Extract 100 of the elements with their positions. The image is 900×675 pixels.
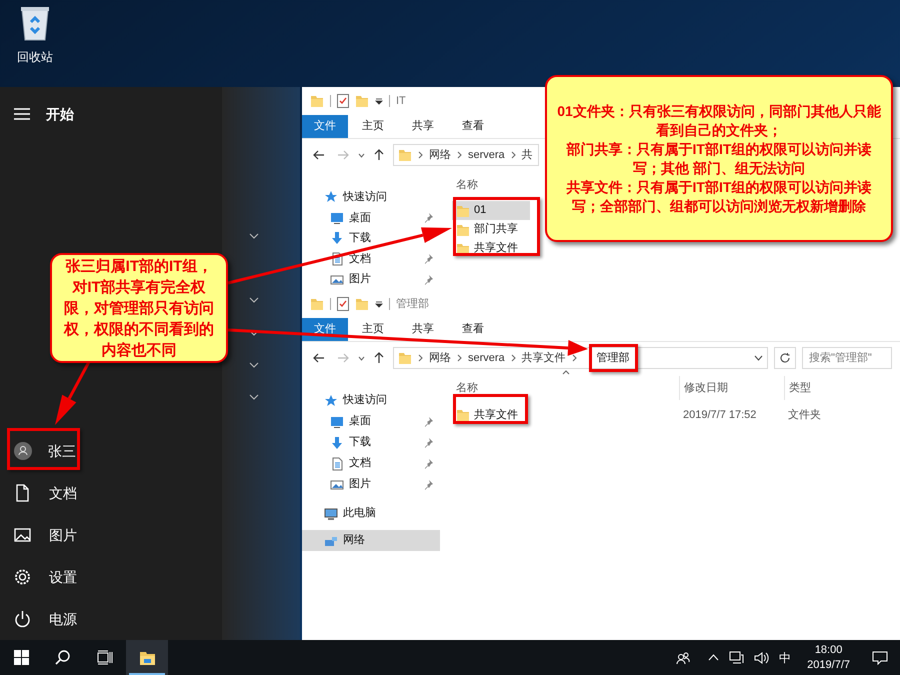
file-row[interactable]: 共享文件: [452, 239, 530, 258]
picture-icon: [330, 272, 344, 287]
desktop-icon: [330, 210, 344, 225]
breadcrumb-item[interactable]: 网络: [429, 146, 451, 164]
column-header[interactable]: 名称: [452, 173, 532, 197]
forward-arrow-icon: [337, 353, 349, 363]
nav-item[interactable]: 图片: [302, 474, 440, 495]
chevron-down-icon: [754, 355, 763, 361]
folder-icon: [355, 94, 369, 108]
chevron-right-icon: [510, 151, 516, 159]
windows-logo-icon: [14, 650, 28, 665]
nav-item[interactable]: 文档: [302, 453, 440, 474]
column-header[interactable]: 修改日期: [679, 376, 784, 400]
callout-text: 01文件夹：只有张三有权限访问，同部门其他人只能看到自己的文件夹；: [557, 102, 881, 140]
folder-icon: [138, 650, 156, 666]
dropdown-caret-icon: [375, 300, 383, 308]
user-account-item[interactable]: 张三: [0, 430, 222, 472]
folder-icon: [456, 222, 470, 236]
sort-caret-icon: [562, 370, 570, 375]
volume-icon: [754, 652, 770, 664]
checklist-icon: [337, 297, 349, 311]
nav-item[interactable]: 下载: [302, 432, 440, 453]
search-icon: [54, 650, 72, 666]
nav-item[interactable]: 此电脑: [302, 503, 440, 524]
file-row[interactable]: 01: [452, 201, 530, 220]
folder-icon: [398, 148, 412, 162]
nav-item[interactable]: 桌面: [302, 208, 440, 228]
chevron-down-icon: [358, 152, 365, 158]
column-header[interactable]: 类型: [784, 376, 884, 400]
breadcrumb-item[interactable]: 共享文件: [522, 350, 566, 366]
start-menu-item[interactable]: 电源: [0, 598, 222, 640]
back-arrow-icon: [313, 353, 325, 363]
chevron-down-icon: [358, 356, 365, 360]
breadcrumb-item[interactable]: servera: [468, 350, 505, 366]
chevron-right-icon: [457, 151, 462, 159]
star-icon: [324, 394, 338, 408]
chevron-right-icon: [510, 354, 516, 362]
picture-icon: [14, 526, 31, 544]
computer-icon: [324, 506, 338, 520]
type-cell-text: 文件夹: [787, 408, 822, 423]
desktop-icon-label: 回收站: [17, 49, 53, 66]
chevron-down-icon: [249, 394, 259, 400]
menu-icon: [14, 108, 30, 120]
chevron-up-icon: [708, 654, 720, 661]
breadcrumb-item[interactable]: 网络: [429, 350, 451, 366]
window-title: IT: [396, 94, 406, 109]
power-icon: [14, 610, 31, 628]
clock-time[interactable]: 18:00: [814, 642, 842, 658]
forward-arrow-icon: [337, 150, 349, 160]
network-icon: [729, 651, 744, 664]
ribbon-tab[interactable]: 查看: [448, 115, 498, 138]
callout-text: 张三归属IT部的IT组，对IT部共享有完全权限，对管理部只有访问权，权限的不同看到的内容也不同: [62, 256, 215, 360]
address-bar[interactable]: 网络 servera 共: [393, 144, 539, 166]
clock-date[interactable]: 2019/7/7: [807, 658, 850, 672]
input-method-indicator[interactable]: 中: [779, 648, 792, 666]
breadcrumb-item[interactable]: 共: [522, 146, 533, 164]
notification-icon: [872, 650, 888, 664]
up-arrow-icon: [374, 352, 384, 364]
ribbon-tab[interactable]: 主页: [348, 115, 398, 138]
ribbon-tab[interactable]: 共享: [398, 115, 448, 138]
picture-icon: [330, 478, 344, 492]
search-field[interactable]: 搜索"管理部": [802, 347, 892, 369]
nav-item[interactable]: 快速访问: [302, 390, 440, 411]
ribbon-tab[interactable]: 查看: [448, 318, 498, 341]
date-cell-text: 2019/7/7 17:52: [682, 408, 758, 423]
start-menu-item[interactable]: 图片: [0, 514, 222, 556]
breadcrumb-item[interactable]: 管理部: [588, 344, 638, 372]
ribbon-tab[interactable]: 共享: [398, 318, 448, 341]
nav-item[interactable]: 文档: [302, 248, 440, 270]
user-avatar-icon: [14, 442, 32, 460]
folder-icon: [398, 351, 412, 365]
nav-item[interactable]: 图片: [302, 269, 440, 290]
refresh-icon: [774, 347, 796, 369]
file-row[interactable]: 部门共享: [452, 220, 530, 239]
folder-icon: [456, 204, 470, 218]
nav-item[interactable]: 桌面: [302, 411, 440, 432]
callout-text: 共享文件：只有属于IT部IT组的权限可以访问并读写；全部部门、组都可以访问浏览无权新增删除: [566, 178, 872, 216]
download-icon: [330, 231, 344, 246]
start-menu-item[interactable]: 文档: [0, 472, 222, 514]
desktop-icon: [330, 414, 344, 428]
folder-icon: [355, 297, 369, 311]
breadcrumb-item[interactable]: servera: [468, 146, 505, 164]
download-icon: [330, 436, 344, 450]
chevron-down-icon: [249, 362, 259, 368]
settings-icon: [14, 568, 31, 586]
chevron-right-icon: [418, 151, 423, 159]
document-icon: [14, 484, 31, 502]
column-header[interactable]: 名称: [452, 376, 679, 400]
up-arrow-icon: [374, 149, 384, 161]
ribbon-tab[interactable]: 主页: [348, 318, 398, 341]
chevron-down-icon: [249, 297, 259, 303]
folder-icon: [310, 94, 324, 108]
nav-item[interactable]: 网络: [302, 530, 440, 551]
file-row[interactable]: 共享文件 2019/7/7 17:52 文件夹: [452, 404, 884, 426]
nav-item[interactable]: 快速访问: [302, 187, 440, 208]
document-icon: [330, 456, 344, 470]
recycle-bin-icon: [18, 4, 52, 42]
back-arrow-icon: [313, 150, 325, 160]
taskbar-folder-button[interactable]: [126, 640, 168, 675]
start-menu-item[interactable]: 设置: [0, 556, 222, 598]
